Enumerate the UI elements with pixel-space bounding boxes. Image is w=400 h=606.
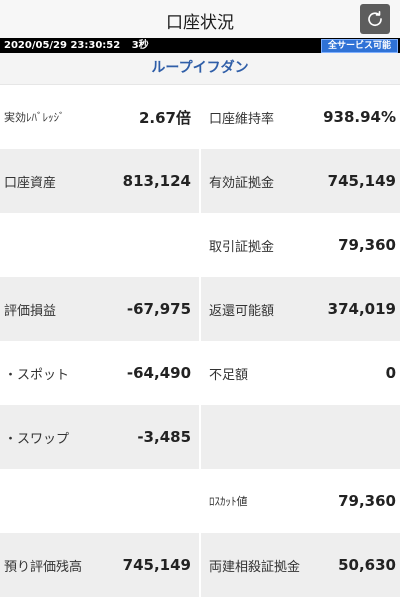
cell-label: 両建相殺証拠金 [209,559,301,575]
cell-value: -64,490 [126,364,191,382]
cell-label: 口座資産 [4,175,57,191]
cell-label: 取引証拠金 [209,239,275,255]
cell-value: -3,485 [137,428,191,446]
cell-value: 79,360 [338,236,396,254]
table-cell: ﾛｽｶｯﾄ値 79,360 [201,469,400,533]
table-cell: 返還可能額 374,019 [201,277,400,341]
table-cell: 両建相殺証拠金 50,630 [201,533,400,597]
cell-value: 938.94% [323,108,396,126]
cell-label: 不足額 [209,367,249,383]
refresh-icon [368,11,382,27]
cell-value: 374,019 [327,300,396,318]
cell-value: -67,975 [126,300,191,318]
status-badge: 全サービス可能 [320,39,398,53]
table-row: 預り評価残高 745,149 両建相殺証拠金 50,630 [0,533,400,597]
status-bar: 2020/05/29 23:30:52 3秒 全サービス可能 [0,38,400,53]
cell-label: 返還可能額 [209,303,275,319]
table-row: 取引証拠金 79,360 [0,213,400,277]
account-table: 実効ﾚﾊﾞﾚｯｼﾞ 2.67倍 口座維持率 938.94% 口座資産 813,1… [0,85,400,597]
cell-label: 評価損益 [4,303,57,319]
cell-value: 50,630 [338,556,396,574]
table-cell: 実効ﾚﾊﾞﾚｯｼﾞ 2.67倍 [0,85,199,149]
cell-label: ・スワップ [4,431,70,447]
cell-value: 813,124 [122,172,191,190]
table-row: 口座資産 813,124 有効証拠金 745,149 [0,149,400,213]
section-title: ループイフダン [0,53,400,85]
cell-label: 実効ﾚﾊﾞﾚｯｼﾞ [4,111,65,124]
table-cell: 口座維持率 938.94% [201,85,400,149]
top-bar: 口座状況 [0,0,400,38]
status-datetime: 2020/05/29 23:30:52 [4,40,121,51]
cell-value: 2.67倍 [138,108,191,127]
table-cell [0,213,199,277]
cell-value: 745,149 [122,556,191,574]
table-cell: 評価損益 -67,975 [0,277,199,341]
table-row: 評価損益 -67,975 返還可能額 374,019 [0,277,400,341]
table-cell: ・スポット -64,490 [0,341,199,405]
cell-value: 0 [385,364,396,382]
table-cell: 取引証拠金 79,360 [201,213,400,277]
refresh-button[interactable] [360,4,390,34]
cell-label: 預り評価残高 [4,559,83,575]
table-row: ・スポット -64,490 不足額 0 [0,341,400,405]
table-row: ・スワップ -3,485 [0,405,400,469]
table-cell: 有効証拠金 745,149 [201,149,400,213]
cell-label: ・スポット [4,367,70,383]
table-row: 実効ﾚﾊﾞﾚｯｼﾞ 2.67倍 口座維持率 938.94% [0,85,400,149]
cell-label: 有効証拠金 [209,175,275,191]
table-cell: 不足額 0 [201,341,400,405]
cell-value: 745,149 [327,172,396,190]
table-row: ﾛｽｶｯﾄ値 79,360 [0,469,400,533]
cell-value: 79,360 [338,492,396,510]
table-cell: ・スワップ -3,485 [0,405,199,469]
cell-label: 口座維持率 [209,111,275,127]
cell-label: ﾛｽｶｯﾄ値 [209,495,248,508]
table-cell: 預り評価残高 745,149 [0,533,199,597]
table-cell [0,469,199,533]
page-title: 口座状況 [166,13,234,33]
status-interval: 3秒 [131,40,149,51]
table-cell [201,405,400,469]
table-cell: 口座資産 813,124 [0,149,199,213]
